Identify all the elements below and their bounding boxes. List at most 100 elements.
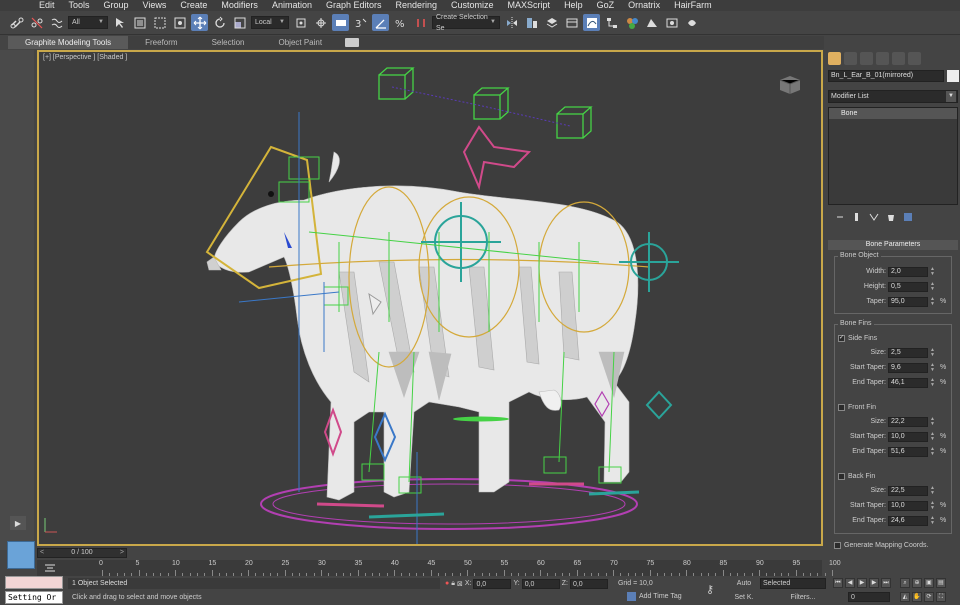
menu-item-graph-editors[interactable]: Graph Editors	[319, 0, 389, 11]
curve-editor-icon[interactable]	[583, 14, 600, 31]
named-selection-dropdown[interactable]: Create Selection Se ▼	[432, 14, 500, 32]
spinner-icon[interactable]: ▲ ▼	[930, 486, 935, 496]
create-tab-icon[interactable]	[828, 51, 841, 65]
move-icon[interactable]	[191, 14, 208, 31]
tab-object-paint[interactable]: Object Paint	[262, 36, 340, 49]
ribbon-options-button[interactable]	[345, 38, 360, 47]
menu-item-goz[interactable]: GoZ	[590, 0, 622, 11]
back-end-taper-field[interactable]: 24,6	[888, 516, 928, 526]
play-animation-icon[interactable]: ▶	[857, 578, 867, 588]
go-to-end-icon[interactable]: ⏭	[881, 578, 891, 588]
pin-icon[interactable]: ●	[445, 580, 449, 587]
tab-freeform[interactable]: Freeform	[128, 36, 194, 49]
layer-manager-icon[interactable]	[543, 14, 560, 31]
x-coordinate-field[interactable]: 0,0	[473, 578, 512, 589]
track-bar[interactable]: 0 5 10 15 20 25 30 35 40 45 50 55 60 65 70 75 80 85 90 95 10…	[62, 560, 841, 576]
pin-stack-icon[interactable]	[834, 211, 845, 222]
remove-modifier-icon[interactable]	[885, 211, 896, 222]
side-end-taper-field[interactable]: 46,1	[888, 378, 928, 388]
auto-key-button[interactable]: Auto	[732, 578, 756, 589]
bone-parameters-rollout[interactable]: Bone Parameters	[828, 240, 958, 250]
zoom-icon[interactable]: ⌕	[900, 578, 910, 588]
spinner-icon[interactable]: ▲ ▼	[930, 348, 935, 358]
go-to-start-icon[interactable]: ⏮	[833, 578, 843, 588]
generate-mapping-checkbox[interactable]: Generate Mapping Coords.	[834, 540, 949, 551]
time-slider-next[interactable]: >	[120, 549, 124, 557]
spinner-snap-icon[interactable]	[412, 14, 429, 31]
current-frame-field[interactable]: 0	[848, 592, 890, 602]
front-fin-checkbox[interactable]: Front Fin	[838, 402, 953, 413]
selection-filter-dropdown[interactable]: All ▼	[68, 16, 108, 29]
play-icon[interactable]: ▶	[10, 516, 26, 530]
object-color-swatch[interactable]	[947, 70, 959, 82]
time-slider[interactable]: < 0 / 100 >	[37, 548, 127, 558]
spinner-icon[interactable]: ▲ ▼	[930, 432, 935, 442]
render-production-icon[interactable]	[683, 14, 700, 31]
angle-snap-icon[interactable]	[372, 14, 389, 31]
reference-coord-dropdown[interactable]: Local ▼	[251, 16, 289, 29]
utilities-tab-icon[interactable]	[908, 51, 921, 65]
spinner-icon[interactable]: ▲ ▼	[930, 516, 935, 526]
menu-item-create[interactable]: Create	[173, 0, 214, 11]
side-size-field[interactable]: 2,5	[888, 348, 928, 358]
rendered-frame-window-icon[interactable]	[663, 14, 680, 31]
viewport-nav-icon[interactable]	[7, 541, 35, 569]
previous-frame-icon[interactable]: ◀	[845, 578, 855, 588]
menu-item-edit[interactable]: Edit	[32, 0, 62, 11]
menu-item-tools[interactable]: Tools	[62, 0, 97, 11]
motion-tab-icon[interactable]	[876, 51, 889, 65]
graphite-toggle-icon[interactable]	[563, 14, 580, 31]
orbit-icon[interactable]: ⟳	[924, 592, 934, 602]
modifier-list-dropdown[interactable]: Modifier List ▼	[828, 90, 958, 103]
menu-item-help[interactable]: Help	[557, 0, 590, 11]
menu-item-views[interactable]: Views	[136, 0, 174, 11]
next-frame-icon[interactable]: ▶	[869, 578, 879, 588]
select-object-icon[interactable]	[111, 14, 128, 31]
menu-item-group[interactable]: Group	[97, 0, 136, 11]
zoom-extents-icon[interactable]: ▣	[924, 578, 934, 588]
zoom-all-icon[interactable]: ⊕	[912, 578, 922, 588]
front-end-taper-field[interactable]: 51,6	[888, 447, 928, 457]
window-crossing-icon[interactable]	[171, 14, 188, 31]
height-field[interactable]: 0,5	[888, 282, 928, 292]
front-size-field[interactable]: 22,2	[888, 417, 928, 427]
maxscript-listener-top[interactable]	[5, 576, 63, 589]
select-manipulate-icon[interactable]	[312, 14, 329, 31]
rect-selection-icon[interactable]	[151, 14, 168, 31]
bind-space-warp-icon[interactable]	[48, 14, 65, 31]
modifier-stack[interactable]: Bone	[828, 107, 958, 205]
spinner-icon[interactable]: ▲ ▼	[930, 378, 935, 388]
menu-item-hairfarm[interactable]: HairFarm	[667, 0, 719, 11]
snap-3d-icon[interactable]: 3	[352, 14, 369, 31]
menu-item-ornatrix[interactable]: Ornatrix	[621, 0, 667, 11]
taper-field[interactable]: 95,0	[888, 297, 928, 307]
select-by-name-icon[interactable]	[131, 14, 148, 31]
pivot-center-icon[interactable]	[292, 14, 309, 31]
rotate-icon[interactable]	[211, 14, 228, 31]
track-bar-toggle[interactable]	[37, 560, 62, 576]
object-name-field[interactable]: Bn_L_Ear_B_01(mirrored)	[828, 70, 944, 82]
modify-tab-icon[interactable]	[844, 51, 857, 65]
mirror-icon[interactable]	[503, 14, 520, 31]
material-editor-icon[interactable]	[623, 14, 640, 31]
pan-icon[interactable]: ✋	[912, 592, 922, 602]
key-filter-dropdown[interactable]: Selected	[760, 578, 826, 589]
spinner-icon[interactable]: ▲ ▼	[930, 363, 935, 373]
add-time-tag[interactable]: Add Time Tag	[627, 592, 682, 601]
scale-icon[interactable]	[231, 14, 248, 31]
menu-item-customize[interactable]: Customize	[444, 0, 501, 11]
hierarchy-tab-icon[interactable]	[860, 51, 873, 65]
link-icon[interactable]	[8, 14, 25, 31]
z-coordinate-field[interactable]: 0,0	[569, 578, 608, 589]
menu-item-maxscript[interactable]: MAXScript	[501, 0, 558, 11]
back-size-field[interactable]: 22,5	[888, 486, 928, 496]
spinner-icon[interactable]: ▲ ▼	[930, 297, 935, 307]
keyboard-shortcut-icon[interactable]	[332, 14, 349, 31]
tab-graphite-modeling-tools[interactable]: Graphite Modeling Tools	[8, 36, 129, 49]
maximize-viewport-icon[interactable]: ⛶	[936, 592, 946, 602]
y-coordinate-field[interactable]: 0,0	[521, 578, 560, 589]
schematic-view-icon[interactable]	[603, 14, 620, 31]
display-tab-icon[interactable]	[892, 51, 905, 65]
menu-item-rendering[interactable]: Rendering	[389, 0, 445, 11]
front-start-taper-field[interactable]: 10,0	[888, 432, 928, 442]
